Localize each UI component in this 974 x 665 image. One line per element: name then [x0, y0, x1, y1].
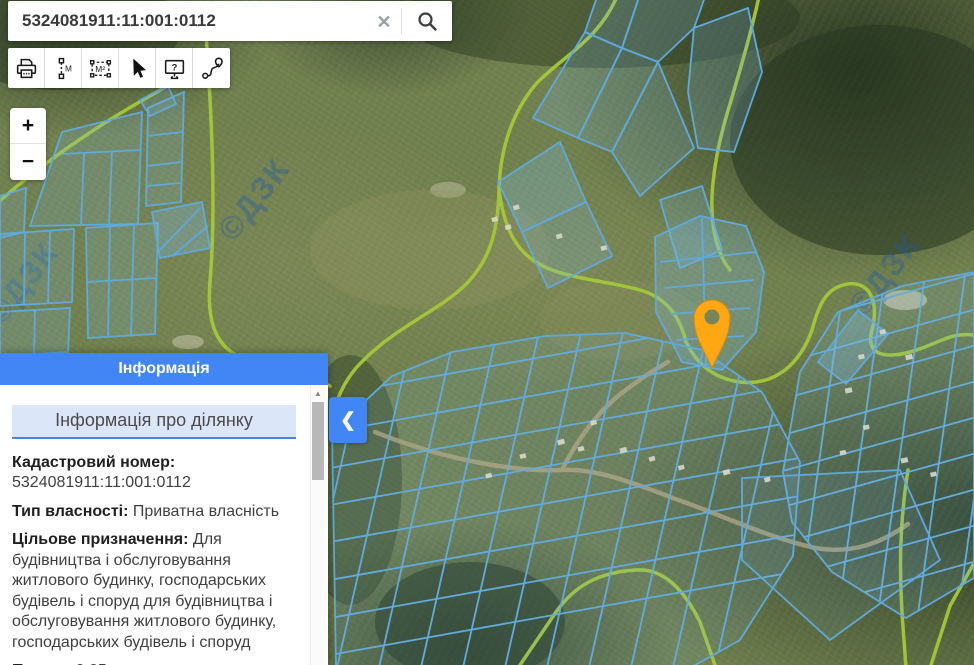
cursor-arrow-icon [125, 56, 150, 81]
measure-area-label: M² [95, 64, 105, 74]
route-tool-button[interactable] [193, 48, 230, 88]
clear-search-icon[interactable]: ✕ [367, 1, 401, 41]
info-panel: Інформація Інформація про ділянку Кадаст… [0, 353, 328, 665]
select-cursor-tool-button[interactable] [119, 48, 156, 88]
help-monitor-icon: ? [162, 56, 187, 81]
measure-area-tool-button[interactable]: M² [82, 48, 119, 88]
zoom-in-button[interactable]: + [10, 108, 46, 144]
print-tool-button[interactable] [8, 48, 45, 88]
measure-distance-label: M [65, 63, 72, 73]
field-value: Для будівництва і обслуговування житлово… [12, 531, 276, 650]
field-value: 5324081911:11:001:0112 [12, 474, 191, 491]
route-icon [199, 56, 224, 81]
search-button[interactable] [402, 1, 452, 41]
field-area: Площа: 0.25 га [12, 661, 296, 665]
zoom-control: + − [10, 108, 46, 180]
info-panel-body: Інформація про ділянку Кадастровий номер… [0, 385, 328, 665]
panel-collapse-button[interactable]: ❮ [329, 397, 367, 443]
field-value: Приватна власність [133, 503, 279, 520]
help-label: ? [171, 62, 177, 72]
map-toolbar: M M² ? [8, 48, 230, 88]
search-icon [415, 9, 439, 33]
field-designated-purpose: Цільове призначення: Для будівництва і о… [12, 530, 296, 653]
zoom-out-button[interactable]: − [10, 144, 46, 180]
field-label: Кадастровий номер: [12, 454, 175, 471]
panel-scrollbar[interactable]: ▲ [310, 385, 325, 665]
field-label: Тип власності: [12, 503, 128, 520]
info-panel-title: Інформація [0, 353, 328, 385]
printer-icon [14, 56, 39, 81]
search-bar: ✕ [8, 1, 452, 41]
field-label: Цільове призначення: [12, 531, 188, 548]
parcel-section-title: Інформація про ділянку [12, 405, 296, 439]
measure-distance-tool-button[interactable]: M [45, 48, 82, 88]
map-viewport[interactable]: ©ДЗК ©ДЗК ©ДЗК [0, 0, 974, 665]
search-input[interactable] [8, 1, 367, 41]
measure-area-icon: M² [88, 56, 113, 81]
field-ownership-type: Тип власності: Приватна власність [12, 502, 296, 522]
help-tool-button[interactable]: ? [156, 48, 193, 88]
field-cadastral-number: Кадастровий номер: 5324081911:11:001:011… [12, 453, 296, 494]
watermark-text: ©ДЗК [211, 151, 297, 248]
scrollbar-thumb[interactable] [312, 402, 324, 480]
measure-distance-icon: M [51, 56, 76, 81]
scroll-up-icon[interactable]: ▲ [311, 389, 325, 398]
